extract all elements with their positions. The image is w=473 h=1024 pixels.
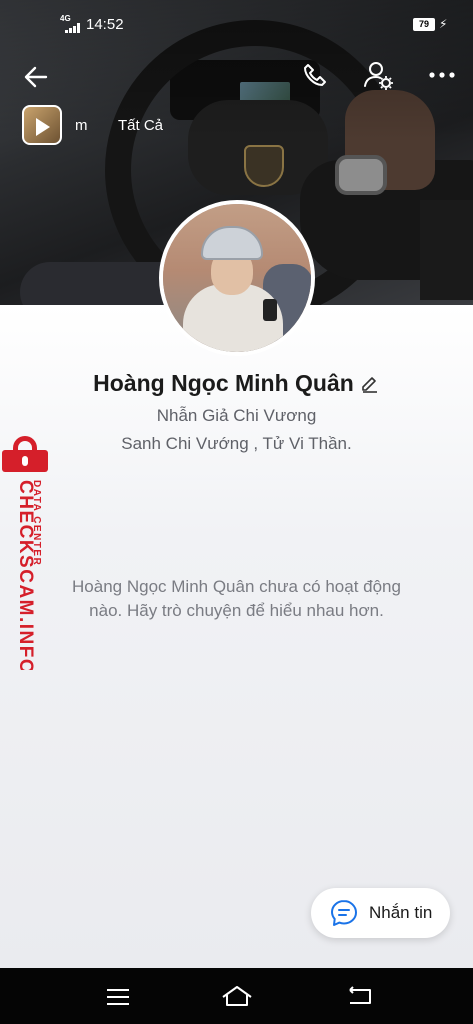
watermark-logo: CHECKSCAM.INFO DATA CENTER	[0, 480, 54, 675]
cover-console	[420, 200, 473, 300]
play-icon	[36, 118, 50, 136]
charging-icon: ⚡	[439, 17, 448, 31]
home-icon[interactable]	[221, 984, 253, 1008]
status-time: 14:52	[86, 16, 124, 33]
recent-apps-icon[interactable]	[106, 988, 130, 1006]
send-message-label: Nhắn tin	[369, 903, 433, 922]
pencil-icon[interactable]	[360, 373, 380, 393]
send-message-button[interactable]: Nhắn tin	[311, 888, 450, 938]
profile-name-row: Hoàng Ngọc Minh Quân	[0, 370, 473, 397]
empty-activity-message: Hoàng Ngọc Minh Quân chưa có hoạt động n…	[72, 577, 401, 620]
more-dots-icon[interactable]	[428, 65, 456, 85]
cover-watch	[335, 155, 387, 195]
profile-toolbar	[0, 55, 473, 99]
watermark-line1: DATA CENTER	[31, 480, 42, 566]
network-type: 4G	[60, 14, 71, 23]
status-bar: 4G 14:52 79 ⚡	[0, 12, 473, 38]
system-nav-bar	[0, 968, 473, 1024]
battery-icon: 79	[413, 18, 435, 31]
story-all-tab[interactable]: Tất Cả	[118, 117, 163, 134]
profile-body	[0, 305, 473, 968]
story-thumbnail[interactable]	[22, 105, 62, 145]
user-gear-icon[interactable]	[362, 59, 394, 91]
watermark-lock-icon	[2, 436, 48, 472]
story-label-partial[interactable]: m	[75, 117, 88, 134]
cover-wheel-badge	[244, 145, 284, 187]
chat-bubble-icon	[329, 898, 359, 928]
avatar[interactable]	[159, 200, 315, 356]
arrow-left-icon[interactable]	[22, 63, 50, 91]
profile-name: Hoàng Ngọc Minh Quân	[93, 370, 354, 396]
phone-icon[interactable]	[300, 61, 330, 91]
signal-icon	[65, 23, 81, 33]
back-icon[interactable]	[346, 986, 374, 1006]
profile-bio-line2: Sanh Chi Vướng , Tử Vi Thần.	[121, 434, 352, 453]
profile-bio-line1: Nhẫn Giả Chi Vương	[156, 406, 317, 425]
